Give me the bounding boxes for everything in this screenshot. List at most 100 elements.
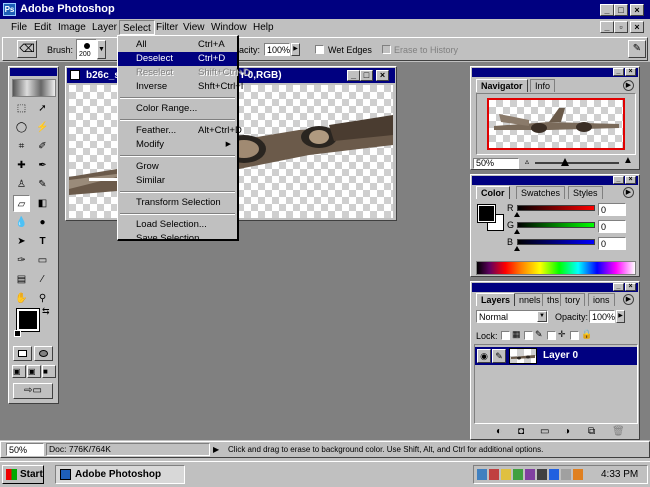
adobe-logo-button[interactable] bbox=[12, 79, 56, 97]
new-adjustment-layer-icon[interactable]: ◑ bbox=[564, 426, 570, 437]
eyedropper-tool[interactable]: ⁄ bbox=[34, 271, 51, 288]
menu-view[interactable]: View bbox=[183, 20, 205, 35]
eraser-tool-preset[interactable]: ⌫ bbox=[17, 40, 37, 58]
jump-to-imageready-button[interactable]: ⇨▭ bbox=[13, 383, 53, 399]
select-menu-item-save-selection[interactable]: Save Selection... bbox=[118, 232, 237, 246]
layer-visibility-eye-icon[interactable]: ◉ bbox=[477, 349, 491, 363]
tab-history[interactable]: tory bbox=[560, 293, 586, 306]
opacity-arrow-button[interactable]: ▶ bbox=[291, 43, 300, 56]
select-menu-item-color-range[interactable]: Color Range... bbox=[118, 102, 237, 116]
layers-close-button[interactable]: × bbox=[625, 283, 636, 291]
channel-slider-thumb[interactable] bbox=[514, 246, 520, 251]
layer-brush-icon[interactable]: ✎ bbox=[492, 349, 506, 363]
menu-file[interactable]: File bbox=[11, 20, 27, 35]
tray-icon-7[interactable] bbox=[549, 469, 559, 480]
add-layer-style-icon[interactable]: ◐ bbox=[496, 426, 502, 437]
navigator-zoom-slider-thumb[interactable] bbox=[561, 158, 569, 166]
tab-styles[interactable]: Styles bbox=[568, 186, 603, 199]
clone-stamp-tool[interactable]: ♙ bbox=[13, 176, 30, 193]
marquee-tool[interactable]: ⬚ bbox=[13, 100, 30, 117]
screen-mode-full-menu-button[interactable]: ▣ bbox=[27, 365, 41, 378]
opacity-input[interactable]: 100% bbox=[264, 43, 290, 56]
select-menu-item-load-selection[interactable]: Load Selection... bbox=[118, 218, 237, 232]
taskbar-photoshop-button[interactable]: Adobe Photoshop bbox=[55, 465, 185, 484]
select-menu-item-transform-selection[interactable]: Transform Selection bbox=[118, 196, 237, 210]
document-close-button[interactable]: × bbox=[376, 70, 389, 81]
color-foreground-swatch[interactable] bbox=[477, 204, 496, 223]
color-menu-button[interactable]: ▶ bbox=[623, 187, 634, 198]
select-menu-item-feather[interactable]: Feather... Alt+Ctrl+D bbox=[118, 124, 242, 138]
tab-actions[interactable]: ions bbox=[588, 293, 615, 306]
brush-tool[interactable]: ✒ bbox=[34, 157, 51, 174]
lock-image-checkbox[interactable] bbox=[524, 331, 533, 340]
select-menu-item-reselect[interactable]: Reselect Shift+Ctrl+D bbox=[118, 66, 250, 80]
navigator-zoom-input[interactable]: 50% bbox=[473, 158, 519, 169]
screen-mode-standard-button[interactable]: ▣ bbox=[12, 365, 26, 378]
tray-icon-9[interactable] bbox=[573, 469, 583, 480]
tray-icon-5[interactable] bbox=[525, 469, 535, 480]
new-layer-set-icon[interactable]: ▭ bbox=[540, 426, 549, 437]
menu-help[interactable]: Help bbox=[253, 20, 274, 35]
channel-value-input[interactable]: 0 bbox=[598, 237, 626, 250]
layers-menu-button[interactable]: ▶ bbox=[623, 294, 634, 305]
layer-opacity-input[interactable]: 100% bbox=[589, 310, 615, 323]
document-minimize-button[interactable]: _ bbox=[347, 70, 360, 81]
move-tool[interactable]: ➚ bbox=[34, 100, 51, 117]
pen-tool[interactable]: ✑ bbox=[13, 252, 30, 269]
quick-mask-mode-button[interactable] bbox=[34, 346, 53, 361]
default-colors-icon[interactable] bbox=[14, 330, 21, 337]
dodge-tool[interactable]: ● bbox=[34, 214, 51, 231]
history-brush-tool[interactable]: ✎ bbox=[34, 176, 51, 193]
eraser-tool[interactable]: ▱ bbox=[13, 195, 30, 212]
navigator-view-box[interactable] bbox=[487, 98, 625, 150]
status-zoom-input[interactable]: 50% bbox=[6, 443, 44, 456]
select-menu-item-inverse[interactable]: Inverse Shft+Ctrl+I bbox=[118, 80, 243, 94]
menu-image[interactable]: Image bbox=[58, 20, 86, 35]
status-info-menu-button[interactable]: ▶ bbox=[213, 445, 219, 454]
navigator-minimize-button[interactable]: _ bbox=[613, 68, 624, 76]
layer-opacity-arrow[interactable]: ▶ bbox=[616, 310, 625, 323]
tab-info[interactable]: Info bbox=[530, 79, 556, 92]
erase-to-history-checkbox[interactable] bbox=[382, 45, 391, 54]
select-menu-item-similar[interactable]: Similar bbox=[118, 174, 237, 188]
color-spectrum-ramp[interactable] bbox=[476, 261, 636, 275]
color-close-button[interactable]: × bbox=[625, 176, 636, 184]
tray-icon-4[interactable] bbox=[513, 469, 523, 480]
menu-edit[interactable]: Edit bbox=[34, 20, 51, 35]
notes-tool[interactable]: ▤ bbox=[13, 271, 30, 288]
channel-value-input[interactable]: 0 bbox=[598, 220, 626, 233]
layer-row[interactable]: ◉ ✎ Layer 0 bbox=[475, 347, 637, 365]
menu-window[interactable]: Window bbox=[211, 20, 247, 35]
slice-tool[interactable]: ✐ bbox=[34, 138, 51, 155]
blur-tool[interactable]: 💧 bbox=[13, 214, 30, 231]
close-button[interactable]: × bbox=[630, 4, 644, 16]
menu-filter[interactable]: Filter bbox=[156, 20, 178, 35]
navigator-zoom-in-icon[interactable]: ▲ bbox=[623, 156, 634, 167]
tab-layers[interactable]: Layers bbox=[476, 293, 516, 306]
navigator-menu-button[interactable]: ▶ bbox=[623, 80, 634, 91]
lock-transparency-checkbox[interactable] bbox=[501, 331, 510, 340]
doc-close-button[interactable]: × bbox=[630, 21, 644, 33]
healing-brush-tool[interactable]: ✚ bbox=[13, 157, 30, 174]
palette-well-button[interactable]: ✎ bbox=[628, 40, 646, 58]
tray-icon-2[interactable] bbox=[489, 469, 499, 480]
tab-color[interactable]: Color bbox=[476, 186, 510, 199]
add-layer-mask-icon[interactable]: ◘ bbox=[518, 426, 524, 437]
tab-channels[interactable]: nnels bbox=[514, 293, 546, 306]
select-menu-item-deselect[interactable]: Deselect Ctrl+D bbox=[118, 52, 237, 66]
select-menu-item-modify[interactable]: Modify ▶ bbox=[118, 138, 237, 152]
tray-icon-8[interactable] bbox=[561, 469, 571, 480]
layers-minimize-button[interactable]: _ bbox=[613, 283, 624, 291]
tray-icon-3[interactable] bbox=[501, 469, 511, 480]
navigator-preview[interactable] bbox=[476, 93, 636, 155]
color-minimize-button[interactable]: _ bbox=[613, 176, 624, 184]
blend-mode-select[interactable]: Normal ▼ bbox=[476, 310, 548, 323]
swap-colors-icon[interactable]: ⇆ bbox=[42, 306, 50, 317]
brush-picker[interactable]: 200 bbox=[76, 39, 97, 60]
navigator-zoom-slider[interactable] bbox=[535, 162, 619, 164]
brush-dropdown-button[interactable]: ▼ bbox=[97, 40, 106, 59]
channel-slider-thumb[interactable] bbox=[514, 229, 520, 234]
tab-navigator[interactable]: Navigator bbox=[476, 79, 528, 92]
select-menu-item-grow[interactable]: Grow bbox=[118, 160, 237, 174]
screen-mode-full-button[interactable]: ■ bbox=[42, 365, 56, 378]
